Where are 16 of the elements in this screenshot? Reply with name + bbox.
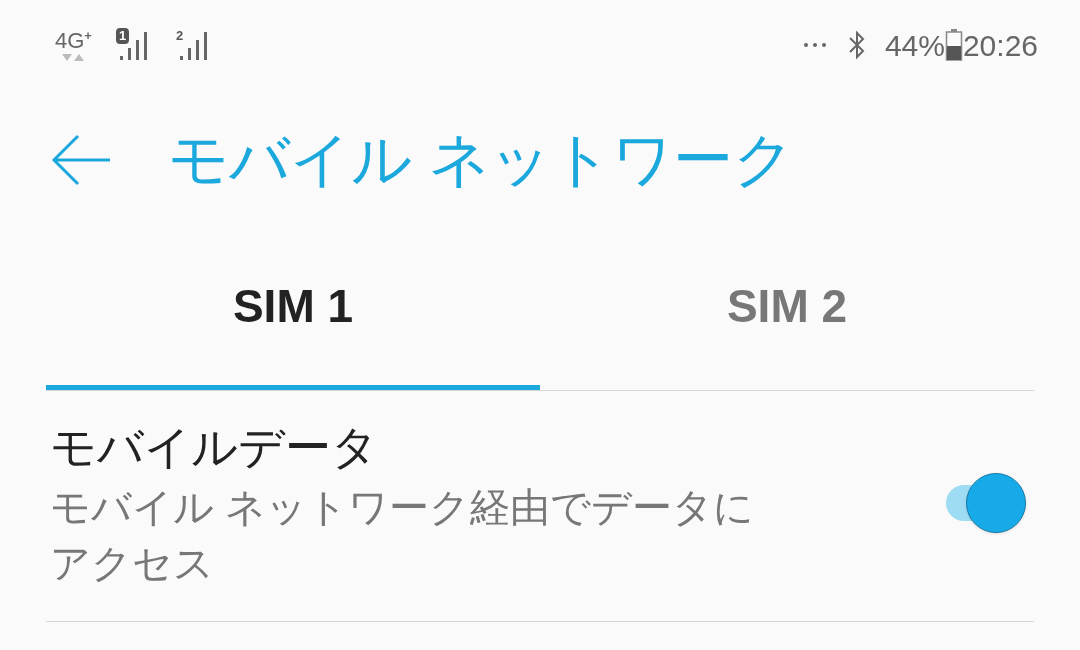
battery-percent: 44% [884, 27, 945, 64]
more-icon [802, 42, 827, 48]
data-activity-icon [61, 52, 86, 62]
tab[interactable]: SIM 2 [540, 240, 1034, 390]
network-type: 4G [55, 28, 85, 53]
setting-subtitle: モバイル ネットワーク経由でデータにアクセス [50, 484, 756, 587]
setting-title: モバイルデータ [50, 420, 379, 475]
clock: 20:26 [962, 27, 1038, 64]
sim-number: 2 [175, 28, 184, 44]
bluetooth-icon [846, 29, 867, 61]
back-icon[interactable] [50, 134, 112, 186]
tab[interactable]: SIM 1 [46, 240, 540, 390]
network-plus: + [84, 28, 92, 42]
page-title: モバイル ネットワーク [168, 130, 794, 190]
sim-badge: 1 [115, 28, 130, 44]
battery-icon [944, 28, 963, 62]
